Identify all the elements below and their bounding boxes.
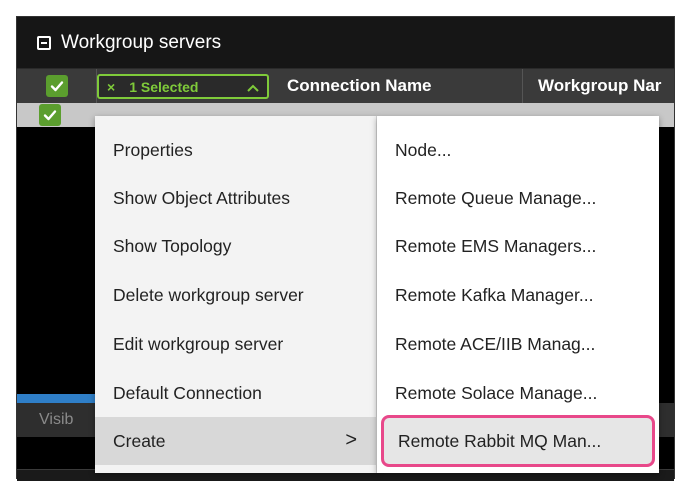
menu-item-delete-workgroup-server[interactable]: Delete workgroup server [95,271,377,319]
menu-item-label: Delete workgroup server [113,284,304,305]
menu-item-properties[interactable]: Properties [95,126,377,174]
menu-item-show-topology[interactable]: Show Topology [95,222,377,270]
menu-item-label: Show Topology [113,235,232,256]
menu-item-label: Show Object Attributes [113,187,291,208]
menu-item-create[interactable]: Create > [95,417,377,465]
submenu-item-remote-queue-manager[interactable]: Remote Queue Manage... [377,174,659,222]
menu-item-default-connection[interactable]: Default Connection [95,369,377,417]
create-submenu: Node... Remote Queue Manage... Remote EM… [377,116,659,473]
select-all-checkbox[interactable] [45,75,68,97]
submenu-item-label: Remote Solace Manage... [395,382,598,403]
submenu-item-remote-ems-managers[interactable]: Remote EMS Managers... [377,222,659,270]
submenu-item-node[interactable]: Node... [377,126,659,174]
checkmark-icon [43,110,57,121]
checkmark-icon [50,81,63,92]
selection-chip[interactable]: × 1 Selected [97,74,269,99]
column-header-workgroup-name[interactable]: Workgroup Nar [523,69,675,103]
submenu-item-label: Remote Rabbit MQ Man... [398,430,602,451]
visible-count-label: Visib [39,411,74,428]
horizontal-scrollbar[interactable] [17,394,97,403]
panel-title: Workgroup servers [61,31,222,53]
menu-item-show-object-attributes[interactable]: Show Object Attributes [95,174,377,222]
menu-item-label: Create [113,430,166,451]
context-menu: Properties Show Object Attributes Show T… [95,116,377,473]
submenu-item-remote-kafka-manager[interactable]: Remote Kafka Manager... [377,271,659,319]
chevron-right-icon: > [345,429,357,451]
submenu-item-remote-rabbit-mq-manager[interactable]: Remote Rabbit MQ Man... [381,415,655,467]
close-icon[interactable]: × [107,79,115,95]
submenu-item-label: Remote EMS Managers... [395,235,597,256]
menu-item-edit-workgroup-server[interactable]: Edit workgroup server [95,320,377,368]
panel-title-bar: Workgroup servers [17,17,674,69]
menu-item-label: Default Connection [113,382,262,403]
collapse-square-icon[interactable] [37,35,51,50]
submenu-item-remote-ace-iib-manager[interactable]: Remote ACE/IIB Manag... [377,320,659,368]
submenu-item-remote-solace-manager[interactable]: Remote Solace Manage... [377,369,659,417]
row-checkbox[interactable] [39,104,61,126]
column-header-connection-name[interactable]: Connection Name [279,69,523,103]
submenu-item-label: Remote ACE/IIB Manag... [395,333,596,354]
menu-item-label: Properties [113,139,193,160]
selection-count-label: 1 Selected [129,78,199,95]
submenu-item-label: Remote Queue Manage... [395,187,597,208]
chevron-up-icon[interactable] [247,79,259,95]
submenu-item-label: Node... [395,139,452,160]
select-all-cell [17,69,97,103]
menu-item-label: Edit workgroup server [113,333,284,354]
submenu-item-label: Remote Kafka Manager... [395,284,594,305]
